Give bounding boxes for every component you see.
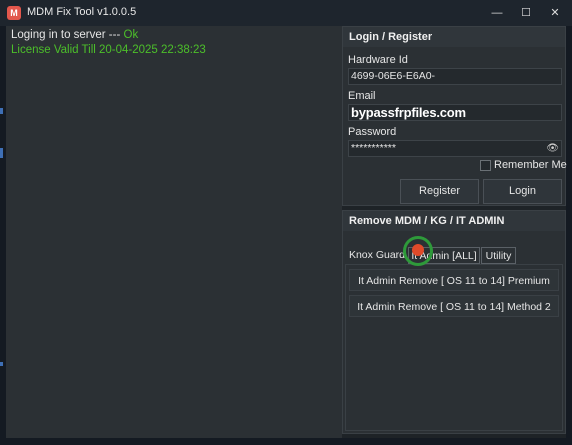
log-line-license: License Valid Till 20-04-2025 22:38:23 (11, 44, 206, 56)
email-field[interactable]: bypassfrpfiles.com (348, 104, 562, 121)
window-title: MDM Fix Tool v1.0.0.5 (27, 6, 137, 18)
title-bar: M MDM Fix Tool v1.0.0.5 — ☐ ✕ (0, 0, 572, 26)
hardware-id-field[interactable]: 4699-06E6-E6A0- (348, 68, 562, 85)
login-group-title: Login / Register (343, 27, 565, 47)
maximize-button[interactable]: ☐ (512, 3, 540, 23)
right-panel: Login / Register Hardware Id 4699-06E6-E… (342, 26, 567, 438)
it-admin-remove-method2-button[interactable]: It Admin Remove [ OS 11 to 14] Method 2 (349, 295, 559, 317)
login-button[interactable]: Login (483, 179, 562, 204)
close-button[interactable]: ✕ (541, 3, 569, 23)
password-field[interactable]: *********** 👁 (348, 140, 562, 157)
scroll-indicator (0, 148, 3, 158)
email-label: Email (348, 90, 376, 102)
log-login-text: Loging in to server --- (11, 29, 124, 41)
remember-me-label: Remember Me (494, 159, 567, 171)
log-output: Loging in to server --- Ok License Valid… (6, 26, 338, 438)
minimize-button[interactable]: — (483, 3, 511, 23)
login-register-group: Login / Register Hardware Id 4699-06E6-E… (342, 26, 567, 206)
scroll-indicator (0, 362, 3, 366)
scroll-indicator (0, 108, 3, 114)
password-label: Password (348, 126, 397, 138)
main-area: Loging in to server --- Ok License Valid… (6, 26, 567, 438)
click-indicator-dot (412, 244, 424, 256)
register-button[interactable]: Register (400, 179, 479, 204)
app-logo-icon: M (7, 6, 21, 20)
remove-mdm-group: Remove MDM / KG / IT ADMIN Knox Guard It… (342, 210, 566, 434)
tab-panel-it-admin: It Admin Remove [ OS 11 to 14] Premium I… (345, 264, 563, 431)
remember-me-checkbox[interactable] (480, 160, 491, 171)
tab-utility[interactable]: Utility (481, 247, 516, 264)
remove-group-title: Remove MDM / KG / IT ADMIN (343, 211, 565, 231)
log-line-login: Loging in to server --- Ok (11, 29, 138, 41)
it-admin-remove-premium-button[interactable]: It Admin Remove [ OS 11 to 14] Premium (349, 269, 559, 291)
password-value: *********** (351, 142, 396, 154)
tab-knox-guard[interactable]: Knox Guard (347, 247, 407, 264)
hardware-id-label: Hardware Id (348, 54, 408, 66)
eye-icon[interactable]: 👁 (546, 141, 559, 156)
log-login-status: Ok (123, 29, 139, 41)
